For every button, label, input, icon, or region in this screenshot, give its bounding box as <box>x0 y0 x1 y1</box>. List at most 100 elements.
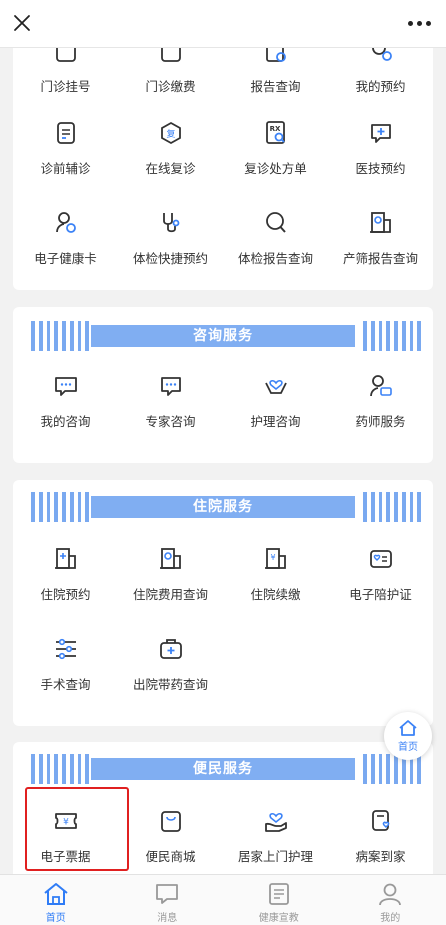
floating-home-button[interactable]: 首页 <box>384 712 432 760</box>
building-search-icon <box>156 544 186 574</box>
convenience-home-nursing[interactable]: 居家上门护理 <box>223 794 328 874</box>
service-my-appointment[interactable]: 我的预约 <box>328 48 433 104</box>
service-label: 专家咨询 <box>145 414 196 429</box>
service-revisit-prescription[interactable]: RX 复诊处方单 <box>223 106 328 186</box>
home-icon <box>42 880 70 908</box>
scroll-content[interactable]: 门诊挂号 门诊缴费 报告查询 我的预约 诊前辅诊 复 在线复诊 RX 复诊处方单… <box>0 48 446 874</box>
sliders-icon <box>51 634 81 664</box>
service-label: 医技预约 <box>355 161 406 176</box>
service-health-card[interactable]: 电子健康卡 <box>13 196 118 276</box>
service-label: 药师服务 <box>355 414 406 429</box>
services-card: 门诊挂号 门诊缴费 报告查询 我的预约 诊前辅诊 复 在线复诊 RX 复诊处方单… <box>13 48 433 290</box>
consult-banner: 咨询服务 <box>21 321 425 351</box>
service-label: 门诊缴费 <box>145 79 196 94</box>
inpatient-renewal[interactable]: ¥ 住院续缴 <box>223 532 328 612</box>
inpatient-cost-query[interactable]: 住院费用查询 <box>118 532 223 612</box>
document-icon <box>51 118 81 148</box>
more-button[interactable] <box>404 12 434 34</box>
consult-expert[interactable]: 专家咨询 <box>118 359 223 439</box>
tab-label: 健康宣教 <box>258 913 299 924</box>
building-yen-icon: ¥ <box>261 544 291 574</box>
chat-dots-icon <box>156 371 186 401</box>
section-title: 咨询服务 <box>193 328 253 344</box>
report-search-icon <box>261 48 291 66</box>
svg-text:¥: ¥ <box>270 553 275 562</box>
service-clinic-payment[interactable]: 门诊缴费 <box>118 48 223 104</box>
inpatient-booking[interactable]: 住院预约 <box>13 532 118 612</box>
close-button[interactable] <box>8 9 36 37</box>
convenience-medical-record[interactable]: 病案到家 <box>328 794 433 874</box>
service-medtech-appointment[interactable]: 医技预约 <box>328 106 433 186</box>
inpatient-banner: 住院服务 <box>21 492 425 522</box>
bottom-tab-bar: 首页 消息 健康宣教 我的 <box>0 874 446 925</box>
service-label: 病案到家 <box>355 849 406 864</box>
consult-card: 咨询服务 我的咨询 专家咨询 护理咨询 药师服务 <box>13 307 433 463</box>
service-label: 在线复诊 <box>145 161 196 176</box>
service-pre-diagnosis[interactable]: 诊前辅诊 <box>13 106 118 186</box>
service-label: 住院预约 <box>40 587 91 602</box>
inpatient-escort-pass[interactable]: 电子陪护证 <box>328 532 433 612</box>
service-label: 产筛报告查询 <box>342 251 418 266</box>
record-heart-icon <box>366 806 396 836</box>
tab-health-education[interactable]: 健康宣教 <box>223 875 335 925</box>
stethoscope-icon <box>156 208 186 238</box>
service-label: 便民商城 <box>145 849 196 864</box>
consult-my[interactable]: 我的咨询 <box>13 359 118 439</box>
service-label: 体检报告查询 <box>237 251 313 266</box>
chat-icon <box>51 371 81 401</box>
tab-label: 首页 <box>45 913 66 924</box>
service-label: 诊前辅诊 <box>40 161 91 176</box>
svg-text:复: 复 <box>166 128 175 140</box>
tab-home[interactable]: 首页 <box>0 875 112 925</box>
service-label: 报告查询 <box>250 79 301 94</box>
health-card-icon <box>51 208 81 238</box>
shopping-bag-icon <box>156 806 186 836</box>
home-icon <box>399 720 417 736</box>
service-label: 护理咨询 <box>250 414 301 429</box>
tab-label: 我的 <box>380 913 401 924</box>
svg-text:RX: RX <box>269 125 280 133</box>
register-icon <box>51 48 81 66</box>
section-title: 便民服务 <box>193 761 253 777</box>
search-icon <box>261 208 291 238</box>
service-prenatal-report[interactable]: 产筛报告查询 <box>328 196 433 276</box>
consult-pharmacist[interactable]: 药师服务 <box>328 359 433 439</box>
message-icon <box>153 880 181 908</box>
inpatient-discharge-medicine[interactable]: 出院带药查询 <box>118 622 223 702</box>
building-search-icon <box>366 208 396 238</box>
convenience-mall[interactable]: 便民商城 <box>118 794 223 874</box>
document-icon <box>265 880 293 908</box>
service-label: 体检快捷预约 <box>132 251 208 266</box>
service-report-query[interactable]: 报告查询 <box>223 48 328 104</box>
service-checkup-report[interactable]: 体检报告查询 <box>223 196 328 276</box>
hand-heart-icon <box>261 806 291 836</box>
chat-plus-icon <box>366 118 396 148</box>
revisit-icon: 复 <box>156 118 186 148</box>
prescription-icon: RX <box>261 118 291 148</box>
service-label: 手术查询 <box>40 677 91 692</box>
user-icon <box>376 880 404 908</box>
service-checkup-booking[interactable]: 体检快捷预约 <box>118 196 223 276</box>
more-icon <box>407 20 413 26</box>
consult-nursing[interactable]: 护理咨询 <box>223 359 328 439</box>
inpatient-surgery-query[interactable]: 手术查询 <box>13 622 118 702</box>
tab-messages[interactable]: 消息 <box>112 875 224 925</box>
service-clinic-register[interactable]: 门诊挂号 <box>13 48 118 104</box>
inpatient-card: 住院服务 住院预约 住院费用查询 ¥ 住院续缴 电子陪护证 手术查询 出院带药查… <box>13 480 433 726</box>
pharmacist-icon <box>366 371 396 401</box>
convenience-banner: 便民服务 <box>21 754 425 784</box>
close-icon <box>14 15 30 31</box>
service-label: 住院费用查询 <box>132 587 208 602</box>
tab-mine[interactable]: 我的 <box>335 875 446 925</box>
floating-home-label: 首页 <box>398 742 418 753</box>
service-label: 复诊处方单 <box>244 161 307 176</box>
section-title: 住院服务 <box>193 499 253 515</box>
service-label: 住院续缴 <box>250 587 301 602</box>
service-label: 我的咨询 <box>40 414 91 429</box>
service-label: 电子陪护证 <box>349 587 412 602</box>
service-online-revisit[interactable]: 复 在线复诊 <box>118 106 223 186</box>
tab-label: 消息 <box>157 913 178 924</box>
appointment-icon <box>366 48 396 66</box>
service-label: 我的预约 <box>355 79 406 94</box>
payment-icon <box>156 48 186 66</box>
